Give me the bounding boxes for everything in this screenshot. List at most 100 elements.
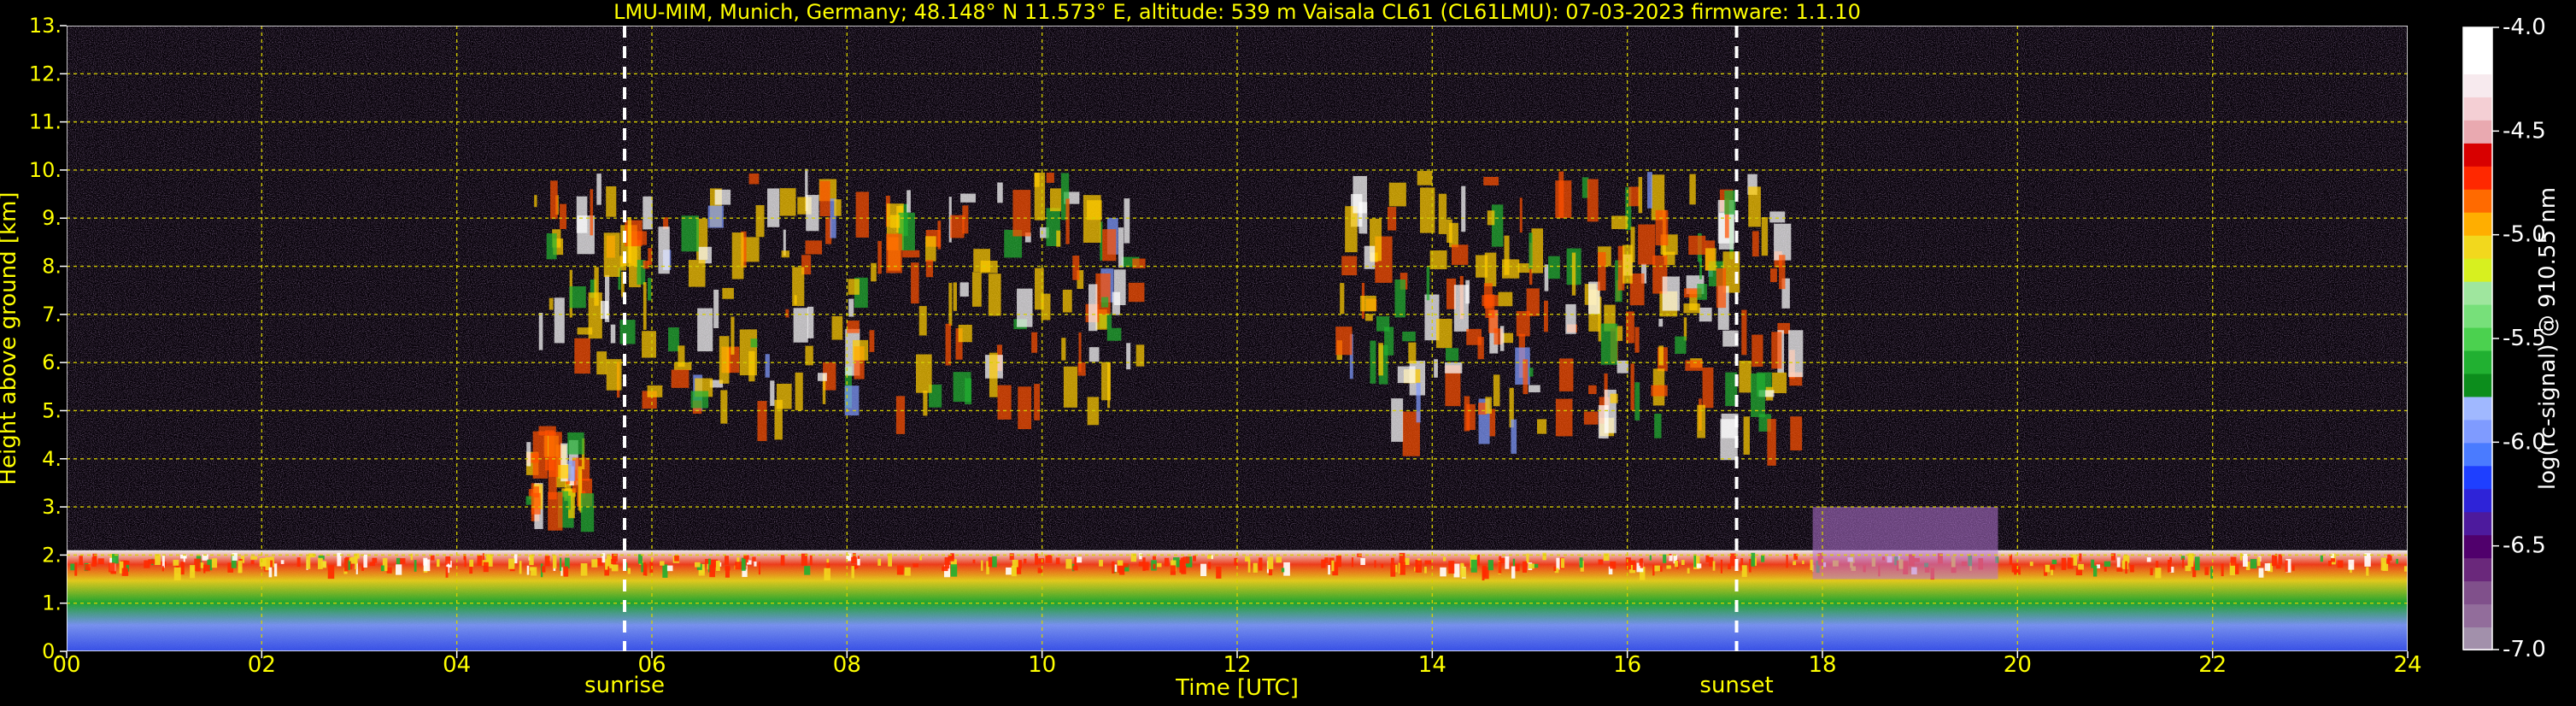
x-tick-label: 20 [2004,652,2032,678]
cloud-particle [590,189,594,236]
x-tick-label: 12 [1223,652,1251,678]
cloud-particle [1018,386,1032,430]
cloud-particle [1610,393,1618,403]
bl-texture [2146,557,2151,562]
bl-texture [1649,555,1652,561]
bl-texture [1669,555,1673,562]
bl-texture [386,567,392,574]
cloud-particle [785,309,789,318]
cloud-particle [577,327,593,335]
bl-texture [1153,563,1156,569]
colorbar-swatch [2463,580,2492,605]
cloud-particle [1716,268,1727,309]
colorbar-swatch [2463,188,2492,213]
bl-texture [741,557,746,571]
cloud-particle [606,359,622,391]
bl-texture [2194,556,2200,571]
bl-texture [350,556,358,564]
bl-texture [2045,564,2051,573]
bl-texture [2167,560,2172,573]
bl-texture [1164,557,1170,567]
cloud-particle [1056,230,1061,247]
cloud-particle [770,380,775,406]
cloud-particle [971,272,982,307]
bl-texture [988,556,993,568]
bl-texture [981,560,983,571]
cloud-particle [567,432,584,455]
y-tick-label: 9. [42,206,62,230]
colorbar-swatch [2463,303,2492,328]
cloud-particle [834,199,842,216]
cloud-particle [1536,419,1547,434]
bl-texture [2243,553,2248,567]
colorbar-swatch [2463,73,2492,97]
cloud-particle [1529,232,1533,269]
bl-texture [508,558,515,569]
colorbar-swatch [2463,373,2492,397]
cloud-particle [1061,338,1066,361]
bl-texture [627,568,631,574]
bl-texture [1391,557,1394,564]
cloud-particle [895,396,906,434]
x-tick-label: 22 [2198,652,2227,678]
bl-texture [123,560,130,566]
bl-texture [144,560,150,568]
bl-texture [1528,563,1534,569]
bl-texture [1749,558,1752,573]
bl-texture [296,557,301,568]
cloud-particle [1634,382,1640,421]
bl-texture [1579,557,1583,568]
bl-texture [1639,559,1642,566]
cloud-particle [1565,303,1576,334]
colorbar-tick-label: -4.0 [2503,15,2546,40]
bl-texture [1207,562,1212,569]
bl-texture [161,566,164,572]
bl-texture [2067,557,2074,569]
cloud-particle [817,373,827,381]
cloud-particle [1394,279,1406,318]
bl-texture [1253,562,1258,574]
bl-texture [552,555,557,569]
cloud-particle [1772,372,1787,394]
cloud-particle [806,195,819,232]
bl-texture [526,565,530,575]
cloud-particle [1529,368,1534,377]
bl-texture [1488,560,1493,571]
cloud-particle [533,486,539,498]
cloud-particle [831,315,843,340]
bl-texture [1112,561,1115,574]
bl-texture [2291,565,2295,571]
cloud-particle [1461,185,1466,232]
bl-texture [2104,567,2107,572]
bl-texture [752,556,756,562]
colorbar-swatch [2463,442,2492,467]
colorbar-swatch [2463,511,2492,536]
cloud-particle [1341,256,1358,276]
bl-texture [194,558,201,572]
bl-texture [1440,567,1446,577]
cloud-particle [1688,235,1706,256]
cloud-particle [648,248,653,265]
colorbar-swatch [2463,50,2492,74]
bl-texture [1802,560,1804,564]
cloud-particle [855,191,869,238]
cloud-particle [1083,195,1101,243]
cloud-particle [853,339,869,361]
bl-texture [1181,565,1187,574]
bl-texture [2116,568,2123,572]
bl-texture [1156,562,1162,568]
cloud-particle [953,372,971,403]
cloud-particle [1402,331,1416,342]
bl-texture [1276,556,1282,563]
bl-texture [250,556,258,560]
bl-texture [1542,552,1546,561]
bl-texture [1170,565,1176,575]
bl-texture [1705,555,1710,562]
bl-texture [318,557,323,569]
bl-texture [809,555,813,566]
bl-texture [662,564,668,578]
bl-texture [896,565,904,575]
bl-texture [483,562,489,573]
cloud-particle [1417,171,1433,185]
colorbar-swatch [2463,27,2492,51]
